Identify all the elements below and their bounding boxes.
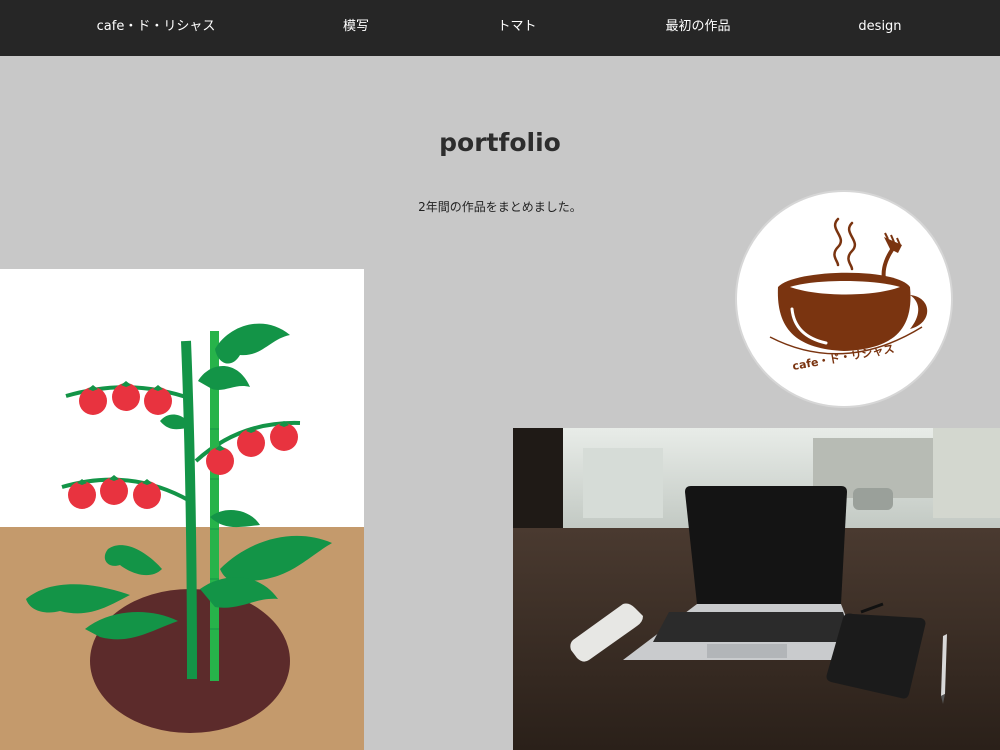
page-title: portfolio (439, 128, 561, 157)
nav-item-first-work[interactable]: 最初の作品 (658, 0, 738, 56)
top-navbar: cafe・ド・リシャス 模写 トマト 最初の作品 design (0, 0, 1000, 56)
tomato-illustration[interactable] (0, 269, 364, 750)
nav-item-mosha[interactable]: 模写 (326, 0, 386, 56)
cafe-logo[interactable]: cafe・ド・リシャス (734, 189, 954, 409)
nav-item-tomato[interactable]: トマト (487, 0, 547, 56)
nav-item-design[interactable]: design (850, 0, 910, 56)
laptop-photo[interactable] (513, 428, 1000, 750)
nav-item-cafe[interactable]: cafe・ド・リシャス (92, 0, 220, 56)
